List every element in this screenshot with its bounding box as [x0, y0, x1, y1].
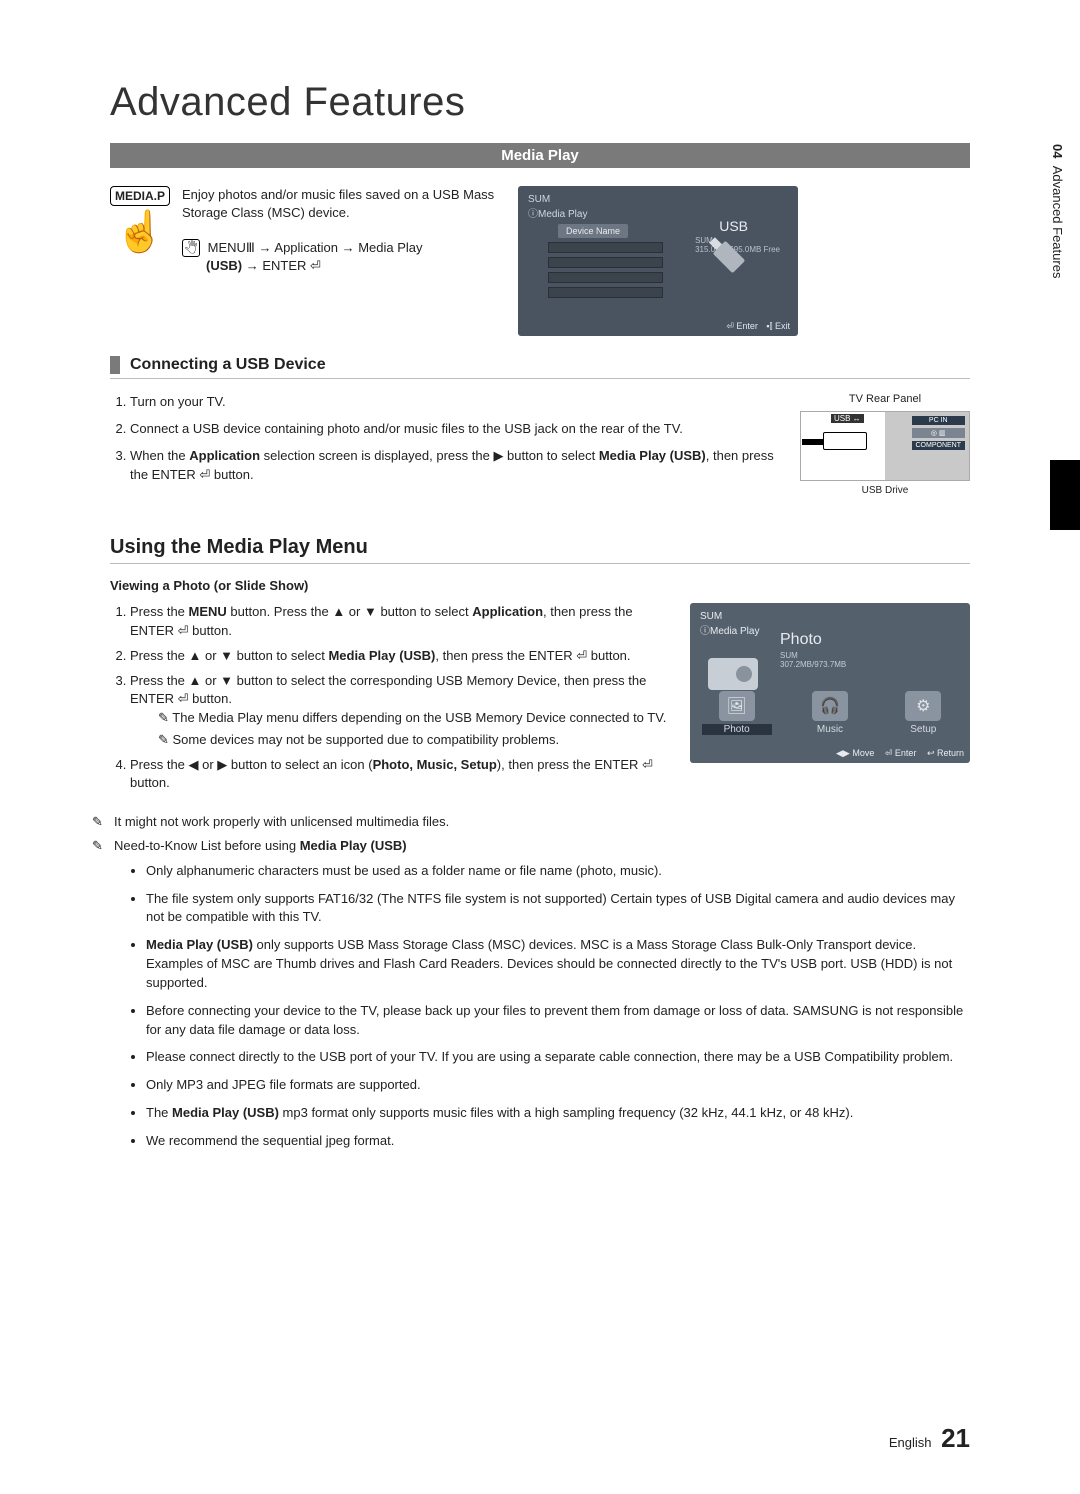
rear-panel-image: USB ↔ PC IN ◎ ▥ COMPONENT	[800, 411, 970, 481]
rear-panel-caption: TV Rear Panel	[800, 393, 970, 405]
note-need-to-know: ✎Need-to-Know List before using Media Pl…	[110, 837, 970, 855]
page-footer: English 21	[889, 1423, 970, 1454]
footer-page-number: 21	[941, 1423, 970, 1453]
intro-row: MEDIA.P ☝ Enjoy photos and/or music file…	[110, 186, 970, 336]
media-p-label: MEDIA.P	[110, 186, 170, 206]
tv-rear-panel-illustration: TV Rear Panel USB ↔ PC IN ◎ ▥ COMPONENT …	[800, 393, 970, 496]
osd-menu-icon: 🖑	[182, 239, 200, 257]
photo-menu-screen-illustration: SUM ⓘMedia Play Photo SUM 307.2MB/973.7M…	[690, 603, 970, 763]
screen2-options: 🖼 Photo 🎧 Music ⚙ Setup	[690, 691, 970, 735]
option-photo: 🖼 Photo	[702, 691, 772, 735]
bullet-8: We recommend the sequential jpeg format.	[146, 1132, 970, 1151]
page-title: Advanced Features	[110, 80, 970, 125]
subheading-connecting-usb-text: Connecting a USB Device	[130, 356, 326, 374]
connecting-steps: Turn on your TV. Connect a USB device co…	[110, 393, 780, 496]
subheading-connecting-usb: Connecting a USB Device	[110, 356, 970, 374]
intro-copy: Enjoy photos and/or music files saved on…	[182, 186, 500, 336]
screen2-header: SUM ⓘMedia Play	[700, 611, 759, 637]
screen2-enter-hint: ⏎ Enter	[885, 748, 917, 758]
menu-path-mid: → Application → Media Play	[259, 240, 423, 255]
using-steps: Press the MENU button. Press the ▲ or ▼ …	[110, 603, 670, 799]
menu-path: 🖑 MENUⅢ → Application → Media Play (USB)…	[182, 239, 500, 275]
intro-col: MEDIA.P ☝ Enjoy photos and/or music file…	[110, 186, 500, 336]
heading-using-media-play: Using the Media Play Menu	[110, 536, 970, 559]
using-row: Press the MENU button. Press the ▲ or ▼ …	[110, 603, 970, 799]
setup-icon: ⚙	[905, 691, 941, 721]
bullet-2: The file system only supports FAT16/32 (…	[146, 890, 970, 928]
note-unlicensed: ✎It might not work properly with unlicen…	[110, 813, 970, 831]
intro-text: Enjoy photos and/or music files saved on…	[182, 186, 500, 221]
footer-lang: English	[889, 1435, 932, 1450]
port-component-label: COMPONENT	[912, 441, 966, 450]
page: Advanced Features Media Play MEDIA.P ☝ E…	[0, 0, 1080, 1200]
bullet-5: Please connect directly to the USB port …	[146, 1048, 970, 1067]
option-music: 🎧 Music	[795, 691, 865, 735]
rear-port-labels: PC IN ◎ ▥ COMPONENT	[912, 416, 966, 453]
connect-step-2: Connect a USB device containing photo an…	[130, 420, 780, 439]
bullet-6: Only MP3 and JPEG file formats are suppo…	[146, 1076, 970, 1095]
screen1-device-name: Device Name	[558, 224, 628, 238]
menu-path-enter: → ENTER ⏎	[246, 258, 321, 273]
usb-connector-icon	[823, 432, 867, 450]
screen1-list-rows	[548, 242, 663, 302]
media-p-button-illustration: MEDIA.P ☝	[110, 186, 170, 336]
screen1-sum: SUM	[695, 236, 780, 245]
bullet-7: The Media Play (USB) mp3 format only sup…	[146, 1104, 970, 1123]
subheading-viewing-photo: Viewing a Photo (or Slide Show)	[110, 578, 970, 593]
side-chapter-tab: 04 Advanced Features	[1050, 140, 1080, 460]
screen1-enter-hint: ⏎ Enter	[726, 321, 758, 331]
divider-2	[110, 563, 970, 564]
camera-icon	[708, 658, 758, 690]
media-play-screen-illustration: SUM ⓘMedia Play Device Name USB SUM 315.…	[518, 186, 798, 336]
connect-step-1: Turn on your TV.	[130, 393, 780, 412]
music-icon: 🎧	[812, 691, 848, 721]
menu-path-usb: (USB)	[206, 258, 242, 273]
using-step-2: Press the ▲ or ▼ button to select Media …	[130, 647, 670, 666]
using-step-3-note-1: The Media Play menu differs depending on…	[158, 709, 670, 727]
rear-usb-label: USB ↔	[831, 414, 864, 423]
side-black-tab	[1050, 460, 1080, 530]
photo-icon: 🖼	[719, 691, 755, 721]
using-step-1: Press the MENU button. Press the ▲ or ▼ …	[130, 603, 670, 641]
screen2-title: Photo	[780, 631, 822, 649]
connect-step-3: When the Application selection screen is…	[130, 447, 780, 485]
option-setup: ⚙ Setup	[888, 691, 958, 735]
screen2-move-hint: ◀▶ Move	[836, 748, 874, 758]
screen2-footer: ◀▶ Move ⏎ Enter ↩ Return	[828, 748, 964, 759]
bullet-4: Before connecting your device to the TV,…	[146, 1002, 970, 1040]
divider	[110, 378, 970, 379]
connecting-row: Turn on your TV. Connect a USB device co…	[110, 393, 970, 496]
screen1-sum-info: SUM 315.0MB/695.0MB Free	[695, 236, 780, 254]
bullet-1: Only alphanumeric characters must be use…	[146, 862, 970, 881]
using-step-3-note-2: Some devices may not be supported due to…	[158, 731, 670, 749]
section-bar-media-play: Media Play	[110, 143, 970, 168]
using-step-4: Press the ◀ or ▶ button to select an ico…	[130, 756, 670, 794]
screen1-footer: ⏎ Enter ▪⫿ Exit	[720, 321, 790, 332]
screen1-header: SUM ⓘMedia Play	[528, 194, 587, 220]
side-tab-text: 04 Advanced Features	[1050, 140, 1065, 278]
need-to-know-list: Only alphanumeric characters must be use…	[110, 862, 970, 1151]
hand-press-icon: ☝	[115, 212, 165, 252]
using-step-3: Press the ▲ or ▼ button to select the co…	[130, 672, 670, 750]
screen1-usb-label: USB	[719, 218, 748, 234]
port-pcin-label: PC IN	[912, 416, 966, 425]
screen2-return-hint: ↩ Return	[927, 748, 964, 758]
usb-drive-label: USB Drive	[800, 485, 970, 496]
menu-path-menu: MENU	[208, 240, 246, 255]
screen1-exit-hint: ▪⫿ Exit	[766, 321, 790, 331]
bullet-3: Media Play (USB) only supports USB Mass …	[146, 936, 970, 993]
final-notes: ✎It might not work properly with unlicen…	[110, 813, 970, 855]
screen2-sub: SUM 307.2MB/973.7MB	[780, 651, 846, 669]
